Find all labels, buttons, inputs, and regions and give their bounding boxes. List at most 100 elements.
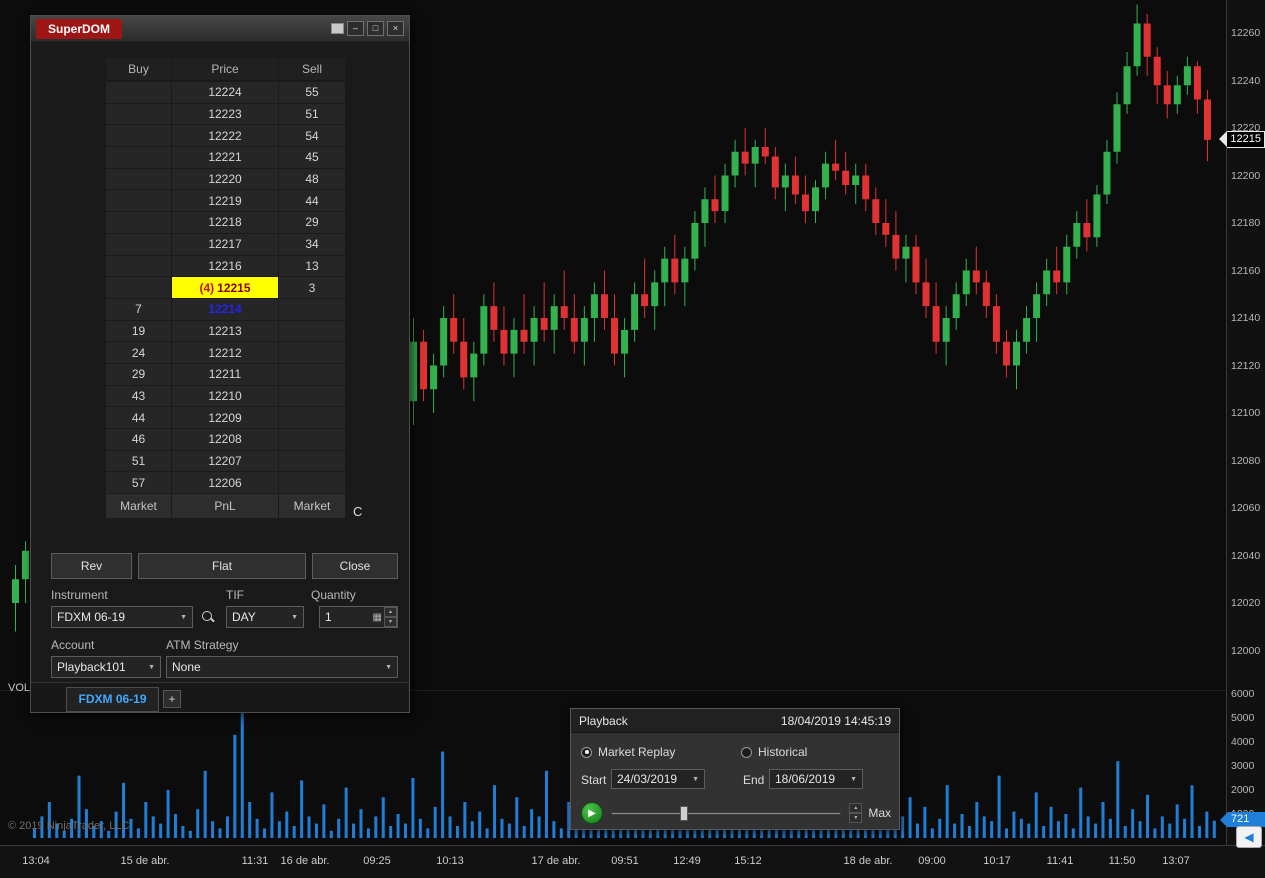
dom-price-cell: 12213: [172, 321, 278, 342]
dom-buy-cell[interactable]: [106, 82, 171, 103]
dom-price-cell: 12212: [172, 342, 278, 363]
superdom-titlebar[interactable]: SuperDOM – □ ×: [31, 16, 409, 42]
dom-buy-cell[interactable]: 57: [106, 472, 171, 493]
slider-track[interactable]: [611, 812, 841, 815]
flat-button[interactable]: Flat: [138, 553, 306, 579]
volume-bar: [278, 821, 281, 838]
price-axis-label: 12140: [1231, 312, 1260, 324]
add-tab-button[interactable]: +: [163, 690, 181, 708]
dom-sell-cell[interactable]: 45: [279, 147, 345, 168]
search-icon[interactable]: [200, 609, 216, 625]
volume-axis-label: 2000: [1231, 784, 1254, 796]
scroll-to-end-button[interactable]: ◀: [1236, 826, 1262, 848]
volume-bar: [493, 785, 496, 838]
candle-body: [822, 164, 829, 188]
dom-sell-cell[interactable]: [279, 364, 345, 385]
dom-buy-cell[interactable]: 19: [106, 321, 171, 342]
minimize-button[interactable]: –: [347, 21, 364, 36]
maximize-icon: □: [373, 23, 378, 33]
speed-stepper[interactable]: ▲ ▼: [849, 803, 862, 823]
speed-up-button[interactable]: ▲: [849, 803, 862, 813]
volume-bar: [308, 816, 311, 838]
dom-sell-cell[interactable]: [279, 321, 345, 342]
dom-buy-cell[interactable]: 46: [106, 429, 171, 450]
dom-buy-cell[interactable]: 7: [106, 299, 171, 320]
dom-sell-cell[interactable]: [279, 386, 345, 407]
instrument-selector[interactable]: FDXM 06-19 ▼: [51, 606, 193, 628]
dom-buy-cell[interactable]: [106, 212, 171, 233]
buy-market-cell[interactable]: Market: [106, 494, 171, 518]
dom-buy-cell[interactable]: [106, 104, 171, 125]
tif-selector[interactable]: DAY ▼: [226, 606, 304, 628]
speed-down-button[interactable]: ▼: [849, 813, 862, 823]
playback-window: Playback 18/04/2019 14:45:19 Market Repl…: [570, 708, 900, 830]
dom-sell-cell[interactable]: [279, 299, 345, 320]
dom-buy-cell[interactable]: [106, 256, 171, 277]
sell-market-cell[interactable]: Market: [279, 494, 345, 518]
start-date-selector[interactable]: 24/03/2019 ▼: [611, 769, 705, 789]
dom-buy-cell[interactable]: [106, 147, 171, 168]
volume-bar: [916, 824, 919, 838]
play-icon: ▶: [588, 808, 596, 819]
slider-handle[interactable]: [680, 806, 688, 821]
dom-header-price: Price: [172, 58, 278, 80]
time-axis-label: 10:13: [405, 855, 495, 867]
dom-sell-cell[interactable]: 3: [279, 277, 345, 298]
price-axis[interactable]: 1226012240122201220012180121601214012120…: [1226, 0, 1265, 845]
rev-button[interactable]: Rev: [51, 553, 132, 579]
candle-body: [993, 306, 1000, 342]
time-axis[interactable]: 13:0415 de abr.11:3116 de abr.09:2510:13…: [0, 845, 1265, 878]
quantity-up-button[interactable]: ▲: [384, 607, 397, 617]
quantity-down-button[interactable]: ▼: [384, 617, 397, 627]
instrument-link-icon[interactable]: [331, 23, 344, 34]
tab-fdxm-06-19[interactable]: FDXM 06-19: [66, 687, 159, 712]
historical-radio[interactable]: Historical: [741, 745, 807, 759]
dom-buy-cell[interactable]: 43: [106, 386, 171, 407]
dom-sell-cell[interactable]: [279, 429, 345, 450]
candle-body: [953, 294, 960, 318]
dom-buy-cell[interactable]: [106, 234, 171, 255]
market-replay-radio[interactable]: Market Replay: [581, 745, 741, 759]
candle-body: [500, 330, 507, 354]
volume-bar: [478, 812, 481, 838]
playback-position-slider[interactable]: [611, 802, 841, 824]
dom-buy-cell[interactable]: 29: [106, 364, 171, 385]
dom-buy-cell[interactable]: [106, 169, 171, 190]
account-selector[interactable]: Playback101 ▼: [51, 656, 161, 678]
dom-sell-cell[interactable]: 44: [279, 190, 345, 211]
dom-header-row: Buy Price Sell: [106, 58, 345, 80]
volume-bar: [374, 816, 377, 838]
dom-sell-cell[interactable]: [279, 472, 345, 493]
dom-sell-cell[interactable]: [279, 451, 345, 472]
candle-body: [671, 259, 678, 283]
radio-icon: [581, 747, 592, 758]
volume-bar: [137, 828, 140, 838]
quantity-stepper[interactable]: 1 ▦ ▲ ▼: [319, 606, 398, 628]
playback-titlebar[interactable]: Playback 18/04/2019 14:45:19: [571, 709, 899, 733]
dom-sell-cell[interactable]: 51: [279, 104, 345, 125]
end-date-selector[interactable]: 18/06/2019 ▼: [769, 769, 863, 789]
atm-strategy-selector[interactable]: None ▼: [166, 656, 398, 678]
dom-sell-cell[interactable]: 55: [279, 82, 345, 103]
play-button[interactable]: ▶: [581, 802, 603, 824]
dom-buy-cell[interactable]: 24: [106, 342, 171, 363]
close-position-button[interactable]: Close: [312, 553, 398, 579]
dom-buy-cell[interactable]: 51: [106, 451, 171, 472]
candle-body: [661, 259, 668, 283]
volume-marker-arrow-icon: [1220, 812, 1228, 828]
maximize-button[interactable]: □: [367, 21, 384, 36]
candle-body: [541, 318, 548, 330]
dom-sell-cell[interactable]: 29: [279, 212, 345, 233]
dom-sell-cell[interactable]: 34: [279, 234, 345, 255]
dom-buy-cell[interactable]: 44: [106, 407, 171, 428]
close-button[interactable]: ×: [387, 21, 404, 36]
dom-sell-cell[interactable]: [279, 342, 345, 363]
dom-buy-cell[interactable]: [106, 277, 171, 298]
dom-buy-cell[interactable]: [106, 125, 171, 146]
dom-sell-cell[interactable]: 13: [279, 256, 345, 277]
candle-body: [752, 147, 759, 164]
dom-sell-cell[interactable]: 48: [279, 169, 345, 190]
dom-buy-cell[interactable]: [106, 190, 171, 211]
dom-sell-cell[interactable]: [279, 407, 345, 428]
dom-sell-cell[interactable]: 54: [279, 125, 345, 146]
